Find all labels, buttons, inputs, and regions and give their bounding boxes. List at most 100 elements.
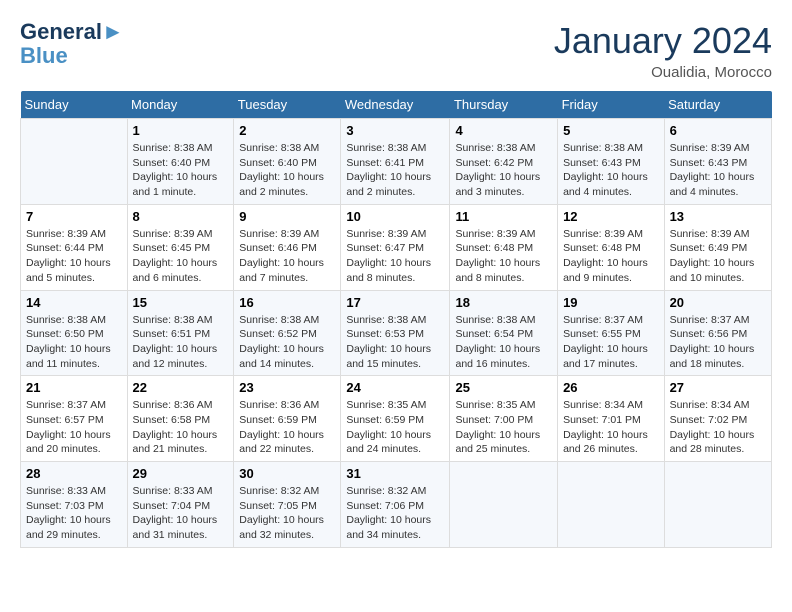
- page-header: General►Blue January 2024 Oualidia, Moro…: [20, 20, 772, 81]
- logo-text: General►Blue: [20, 20, 124, 68]
- day-number: 11: [455, 209, 552, 224]
- calendar-week-row: 21 Sunrise: 8:37 AM Sunset: 6:57 PM Dayli…: [21, 376, 772, 462]
- day-header-sunday: Sunday: [21, 91, 128, 119]
- calendar-cell: 8Sunrise: 8:39 AM Sunset: 6:45 PM Daylig…: [127, 204, 234, 290]
- calendar-cell: 5Sunrise: 8:38 AM Sunset: 6:43 PM Daylig…: [558, 119, 665, 205]
- calendar-cell: 30 Sunrise: 8:32 AM Sunset: 7:05 PM Dayli…: [234, 462, 341, 548]
- calendar-cell: 16 Sunrise: 8:38 AM Sunset: 6:52 PM Dayli…: [234, 290, 341, 376]
- day-number: 6: [670, 123, 766, 138]
- calendar-cell: 10Sunrise: 8:39 AM Sunset: 6:47 PM Dayli…: [341, 204, 450, 290]
- cell-info: Sunrise: 8:34 AM Sunset: 7:02 PM Dayligh…: [670, 398, 766, 457]
- cell-info: Sunrise: 8:38 AM Sunset: 6:52 PM Dayligh…: [239, 313, 335, 372]
- calendar-cell: 9Sunrise: 8:39 AM Sunset: 6:46 PM Daylig…: [234, 204, 341, 290]
- cell-info: Sunrise: 8:33 AM Sunset: 7:03 PM Dayligh…: [26, 484, 122, 543]
- calendar-cell: 26 Sunrise: 8:34 AM Sunset: 7:01 PM Dayli…: [558, 376, 665, 462]
- calendar-cell: [664, 462, 771, 548]
- day-number: 4: [455, 123, 552, 138]
- cell-info: Sunrise: 8:38 AM Sunset: 6:50 PM Dayligh…: [26, 313, 122, 372]
- calendar-cell: 19Sunrise: 8:37 AM Sunset: 6:55 PM Dayli…: [558, 290, 665, 376]
- day-number: 10: [346, 209, 444, 224]
- cell-info: Sunrise: 8:38 AM Sunset: 6:40 PM Dayligh…: [133, 141, 229, 200]
- calendar-cell: 11 Sunrise: 8:39 AM Sunset: 6:48 PM Dayli…: [450, 204, 558, 290]
- calendar-cell: 17 Sunrise: 8:38 AM Sunset: 6:53 PM Dayli…: [341, 290, 450, 376]
- day-number: 21: [26, 380, 122, 395]
- calendar-week-row: 28Sunrise: 8:33 AM Sunset: 7:03 PM Dayli…: [21, 462, 772, 548]
- calendar-cell: 1 Sunrise: 8:38 AM Sunset: 6:40 PM Daylig…: [127, 119, 234, 205]
- day-number: 18: [455, 295, 552, 310]
- day-number: 24: [346, 380, 444, 395]
- cell-info: Sunrise: 8:38 AM Sunset: 6:41 PM Dayligh…: [346, 141, 444, 200]
- calendar-cell: [21, 119, 128, 205]
- day-number: 9: [239, 209, 335, 224]
- day-number: 31: [346, 466, 444, 481]
- calendar-cell: 29 Sunrise: 8:33 AM Sunset: 7:04 PM Dayli…: [127, 462, 234, 548]
- day-number: 1: [133, 123, 229, 138]
- calendar-cell: 6 Sunrise: 8:39 AM Sunset: 6:43 PM Daylig…: [664, 119, 771, 205]
- day-number: 17: [346, 295, 444, 310]
- day-number: 22: [133, 380, 229, 395]
- day-header-monday: Monday: [127, 91, 234, 119]
- cell-info: Sunrise: 8:38 AM Sunset: 6:40 PM Dayligh…: [239, 141, 335, 200]
- cell-info: Sunrise: 8:39 AM Sunset: 6:48 PM Dayligh…: [455, 227, 552, 286]
- day-number: 7: [26, 209, 122, 224]
- cell-info: Sunrise: 8:37 AM Sunset: 6:56 PM Dayligh…: [670, 313, 766, 372]
- day-number: 15: [133, 295, 229, 310]
- day-number: 5: [563, 123, 659, 138]
- day-number: 14: [26, 295, 122, 310]
- day-number: 29: [133, 466, 229, 481]
- day-number: 30: [239, 466, 335, 481]
- cell-info: Sunrise: 8:34 AM Sunset: 7:01 PM Dayligh…: [563, 398, 659, 457]
- cell-info: Sunrise: 8:35 AM Sunset: 7:00 PM Dayligh…: [455, 398, 552, 457]
- cell-info: Sunrise: 8:39 AM Sunset: 6:49 PM Dayligh…: [670, 227, 766, 286]
- cell-info: Sunrise: 8:37 AM Sunset: 6:57 PM Dayligh…: [26, 398, 122, 457]
- day-number: 12: [563, 209, 659, 224]
- cell-info: Sunrise: 8:38 AM Sunset: 6:53 PM Dayligh…: [346, 313, 444, 372]
- cell-info: Sunrise: 8:39 AM Sunset: 6:43 PM Dayligh…: [670, 141, 766, 200]
- calendar-cell: 3Sunrise: 8:38 AM Sunset: 6:41 PM Daylig…: [341, 119, 450, 205]
- day-number: 16: [239, 295, 335, 310]
- calendar-cell: 4 Sunrise: 8:38 AM Sunset: 6:42 PM Daylig…: [450, 119, 558, 205]
- calendar-cell: 25 Sunrise: 8:35 AM Sunset: 7:00 PM Dayli…: [450, 376, 558, 462]
- calendar-cell: 20 Sunrise: 8:37 AM Sunset: 6:56 PM Dayli…: [664, 290, 771, 376]
- calendar-cell: 31 Sunrise: 8:32 AM Sunset: 7:06 PM Dayli…: [341, 462, 450, 548]
- day-number: 20: [670, 295, 766, 310]
- calendar-cell: 28Sunrise: 8:33 AM Sunset: 7:03 PM Dayli…: [21, 462, 128, 548]
- logo: General►Blue: [20, 20, 124, 68]
- month-year-title: January 2024: [554, 20, 772, 62]
- calendar-cell: 23 Sunrise: 8:36 AM Sunset: 6:59 PM Dayli…: [234, 376, 341, 462]
- title-block: January 2024 Oualidia, Morocco: [554, 20, 772, 81]
- cell-info: Sunrise: 8:32 AM Sunset: 7:06 PM Dayligh…: [346, 484, 444, 543]
- day-number: 25: [455, 380, 552, 395]
- cell-info: Sunrise: 8:38 AM Sunset: 6:54 PM Dayligh…: [455, 313, 552, 372]
- day-number: 26: [563, 380, 659, 395]
- cell-info: Sunrise: 8:36 AM Sunset: 6:58 PM Dayligh…: [133, 398, 229, 457]
- day-number: 2: [239, 123, 335, 138]
- calendar-week-row: 1 Sunrise: 8:38 AM Sunset: 6:40 PM Daylig…: [21, 119, 772, 205]
- day-header-tuesday: Tuesday: [234, 91, 341, 119]
- calendar-cell: [558, 462, 665, 548]
- cell-info: Sunrise: 8:36 AM Sunset: 6:59 PM Dayligh…: [239, 398, 335, 457]
- location-subtitle: Oualidia, Morocco: [554, 64, 772, 81]
- day-number: 23: [239, 380, 335, 395]
- day-number: 13: [670, 209, 766, 224]
- calendar-cell: 21 Sunrise: 8:37 AM Sunset: 6:57 PM Dayli…: [21, 376, 128, 462]
- calendar-cell: 14 Sunrise: 8:38 AM Sunset: 6:50 PM Dayli…: [21, 290, 128, 376]
- calendar-cell: 27 Sunrise: 8:34 AM Sunset: 7:02 PM Dayli…: [664, 376, 771, 462]
- cell-info: Sunrise: 8:32 AM Sunset: 7:05 PM Dayligh…: [239, 484, 335, 543]
- calendar-table: SundayMondayTuesdayWednesdayThursdayFrid…: [20, 91, 772, 548]
- day-number: 27: [670, 380, 766, 395]
- cell-info: Sunrise: 8:39 AM Sunset: 6:45 PM Dayligh…: [133, 227, 229, 286]
- day-header-saturday: Saturday: [664, 91, 771, 119]
- cell-info: Sunrise: 8:39 AM Sunset: 6:44 PM Dayligh…: [26, 227, 122, 286]
- cell-info: Sunrise: 8:38 AM Sunset: 6:51 PM Dayligh…: [133, 313, 229, 372]
- day-header-thursday: Thursday: [450, 91, 558, 119]
- calendar-cell: 13 Sunrise: 8:39 AM Sunset: 6:49 PM Dayli…: [664, 204, 771, 290]
- day-header-wednesday: Wednesday: [341, 91, 450, 119]
- calendar-cell: 2 Sunrise: 8:38 AM Sunset: 6:40 PM Daylig…: [234, 119, 341, 205]
- cell-info: Sunrise: 8:38 AM Sunset: 6:42 PM Dayligh…: [455, 141, 552, 200]
- calendar-week-row: 7 Sunrise: 8:39 AM Sunset: 6:44 PM Daylig…: [21, 204, 772, 290]
- cell-info: Sunrise: 8:35 AM Sunset: 6:59 PM Dayligh…: [346, 398, 444, 457]
- cell-info: Sunrise: 8:33 AM Sunset: 7:04 PM Dayligh…: [133, 484, 229, 543]
- day-number: 19: [563, 295, 659, 310]
- calendar-cell: 22 Sunrise: 8:36 AM Sunset: 6:58 PM Dayli…: [127, 376, 234, 462]
